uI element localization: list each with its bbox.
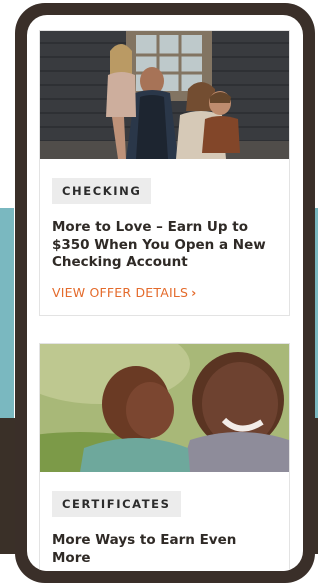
phone-screen: CHECKING More to Love – Earn Up to $350 … — [27, 15, 303, 571]
offer-headline: More Ways to Earn Even More — [52, 532, 237, 566]
father-child-photo — [40, 344, 289, 472]
family-photo — [40, 31, 289, 159]
phone-frame: CHECKING More to Love – Earn Up to $350 … — [15, 3, 315, 583]
view-offer-details-label: VIEW OFFER DETAILS — [52, 285, 189, 300]
category-tag: CERTIFICATES — [52, 491, 181, 517]
offer-card-checking: CHECKING More to Love – Earn Up to $350 … — [39, 30, 290, 316]
category-tag: CHECKING — [52, 178, 152, 204]
offer-headline: More to Love – Earn Up to $350 When You … — [52, 219, 266, 270]
background-teal-band-left — [0, 208, 14, 418]
chevron-right-icon: › — [191, 285, 197, 300]
view-offer-details-link[interactable]: VIEW OFFER DETAILS › — [52, 285, 197, 300]
offer-card-certificates: CERTIFICATES More Ways to Earn Even More — [39, 343, 290, 571]
